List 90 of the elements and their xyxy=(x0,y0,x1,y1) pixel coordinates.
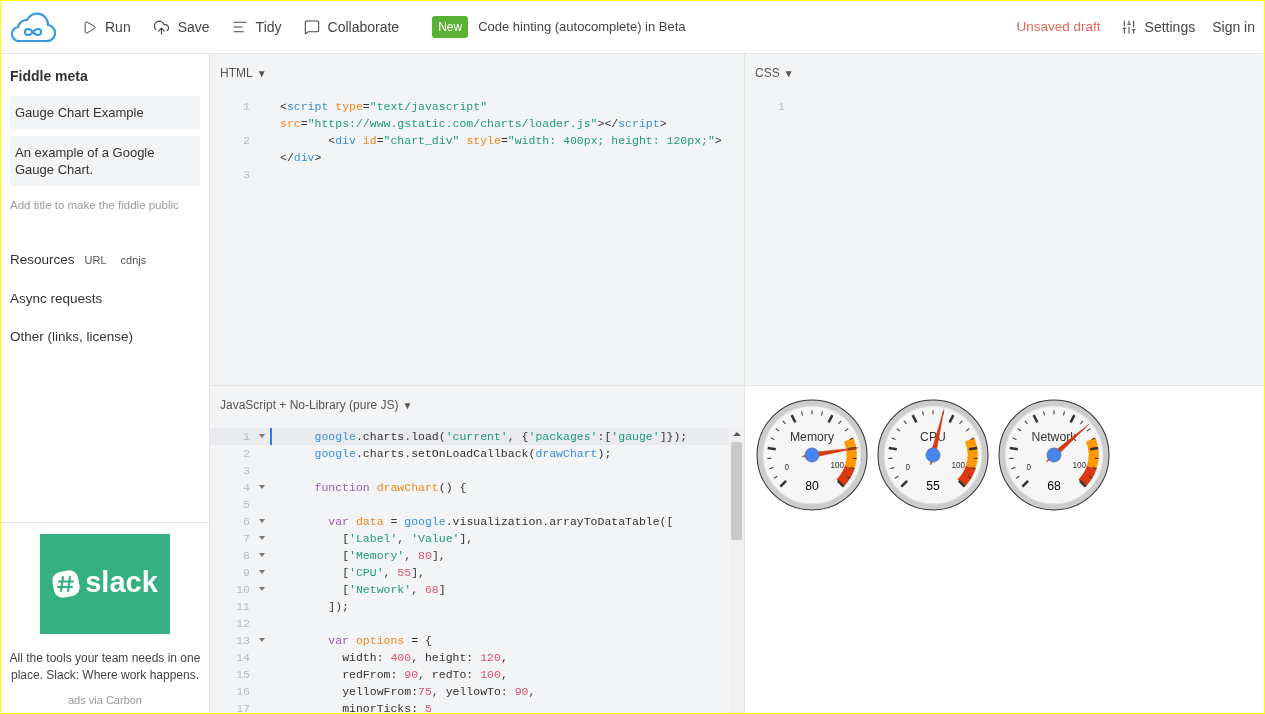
gauge-min-label: 0 xyxy=(905,463,910,473)
sidebar-item[interactable]: Resources xyxy=(10,250,75,271)
gauge-reading: 80 xyxy=(805,478,819,493)
scrollbar-thumb[interactable] xyxy=(731,442,742,540)
announcement-link[interactable]: Code hinting (autocomplete) in Beta xyxy=(478,17,686,37)
fold-arrow-icon[interactable] xyxy=(259,485,265,489)
resource-link[interactable]: URL xyxy=(84,252,107,269)
code-line: width: 400, height: 120, xyxy=(341,650,509,666)
code-line: function drawChart() { xyxy=(313,480,468,496)
align-left-icon xyxy=(231,19,248,35)
sidebar-item[interactable]: Other (links, license) xyxy=(10,326,200,347)
gauge-hub xyxy=(1046,447,1062,463)
line-number: 13 xyxy=(235,633,251,649)
line-number: 10 xyxy=(235,582,251,598)
line-number: 4 xyxy=(242,480,251,496)
hash-logo-icon xyxy=(52,570,81,598)
gauge-max-label: 100 xyxy=(830,461,844,471)
line-number: 14 xyxy=(235,650,251,666)
fold-arrow-icon[interactable] xyxy=(259,553,265,557)
ad-text[interactable]: All the tools your team needs in one place. Slack: Where work happens. xyxy=(1,650,209,684)
code-line: yellowFrom:75, yellowTo: 90, xyxy=(341,684,537,700)
hint-text: Add title to make the fiddle public xyxy=(10,198,180,213)
gauge-min-label: 0 xyxy=(1026,463,1031,473)
fold-arrow-icon[interactable] xyxy=(259,434,265,438)
gauge-min-label: 0 xyxy=(784,463,789,473)
code-line: <div id="chart_div" style="width: 400px; height: 120px;"></div> xyxy=(280,133,723,166)
resource-link[interactable]: cdnjs xyxy=(120,252,147,269)
line-number: 5 xyxy=(242,497,251,513)
play-icon xyxy=(82,19,97,35)
line-number: 17 xyxy=(235,701,251,713)
toolbar-button[interactable]: Run xyxy=(82,16,131,38)
new-badge: New xyxy=(432,16,469,38)
line-number: 7 xyxy=(242,531,251,547)
chat-icon xyxy=(303,19,320,35)
panel-title[interactable]: HTML xyxy=(220,64,253,82)
ad-logo-text: slack xyxy=(85,568,158,600)
line-number: 2 xyxy=(242,133,251,149)
dropdown-caret[interactable]: ▼ xyxy=(402,397,413,413)
code-line: <script type="text/javascript" src="https://www.gstatic.com/charts/loader.js"></script> xyxy=(280,99,668,132)
logo-icon[interactable] xyxy=(10,11,56,43)
sidebar-item[interactable]: Async requests xyxy=(10,288,200,309)
code-line: ['Memory', 80], xyxy=(341,548,447,564)
dropdown-caret[interactable]: ▼ xyxy=(256,65,267,81)
code-line: var options = { xyxy=(327,633,433,649)
gauge-hub xyxy=(925,447,941,463)
sliders-icon xyxy=(1120,19,1137,35)
line-number: 3 xyxy=(242,167,251,183)
gauge-reading: 55 xyxy=(926,478,940,493)
line-number: 3 xyxy=(242,463,251,479)
dropdown-caret[interactable]: ▼ xyxy=(783,65,794,81)
cloud-upload-icon xyxy=(152,18,170,36)
line-number: 12 xyxy=(235,616,251,632)
input-field[interactable]: Gauge Chart Example xyxy=(10,96,200,129)
toolbar-button[interactable]: Save xyxy=(152,16,210,38)
code-line: ]); xyxy=(327,599,351,615)
panel-title[interactable]: CSS xyxy=(755,64,780,82)
draft-status: Unsaved draft xyxy=(1016,17,1101,36)
input-field[interactable]: An example of a Google Gauge Chart. xyxy=(10,136,200,186)
code-line: var data = google.visualization.arrayToDataTable([ xyxy=(327,514,675,530)
toolbar-button[interactable]: Collaborate xyxy=(303,16,400,38)
settings-button[interactable]: Settings xyxy=(1120,16,1196,38)
panel-title[interactable]: JavaScript + No-Library (pure JS) xyxy=(220,396,399,414)
code-line: ['Label', 'Value'], xyxy=(341,531,475,547)
gauge-label: Memory xyxy=(789,429,835,444)
code-line: redFrom: 90, redTo: 100, xyxy=(341,667,509,683)
gauge-reading: 68 xyxy=(1047,478,1061,493)
line-number: 6 xyxy=(242,514,251,530)
scroll-up-icon[interactable] xyxy=(732,432,741,436)
line-number: 8 xyxy=(242,548,251,564)
fold-arrow-icon[interactable] xyxy=(259,519,265,523)
gauge-max-label: 100 xyxy=(951,461,965,471)
scrollbar[interactable] xyxy=(729,428,744,713)
fold-arrow-icon[interactable] xyxy=(259,587,265,591)
line-number: 16 xyxy=(235,684,251,700)
line-number: 9 xyxy=(242,565,251,581)
code-line: ['CPU', 55], xyxy=(341,565,426,581)
line-number: 15 xyxy=(235,667,251,683)
sign-in-button[interactable]: Sign in xyxy=(1212,16,1255,38)
code-line: google.charts.setOnLoadCallback(drawChart); xyxy=(313,446,613,462)
sidebar-title: Fiddle meta xyxy=(10,67,89,86)
fold-arrow-icon[interactable] xyxy=(259,570,265,574)
code-line: ['Network', 68] xyxy=(341,582,447,598)
gauge-max-label: 100 xyxy=(1072,461,1086,471)
gauge-hub xyxy=(804,447,820,463)
code-line: minorTicks: 5 xyxy=(341,701,433,713)
line-number: 2 xyxy=(242,446,251,462)
fold-arrow-icon[interactable] xyxy=(259,638,265,642)
fold-arrow-icon[interactable] xyxy=(259,536,265,540)
code-line: google.charts.load('current', {'packages':['gauge']}); xyxy=(313,429,689,445)
toolbar-button[interactable]: Tidy xyxy=(231,16,282,38)
